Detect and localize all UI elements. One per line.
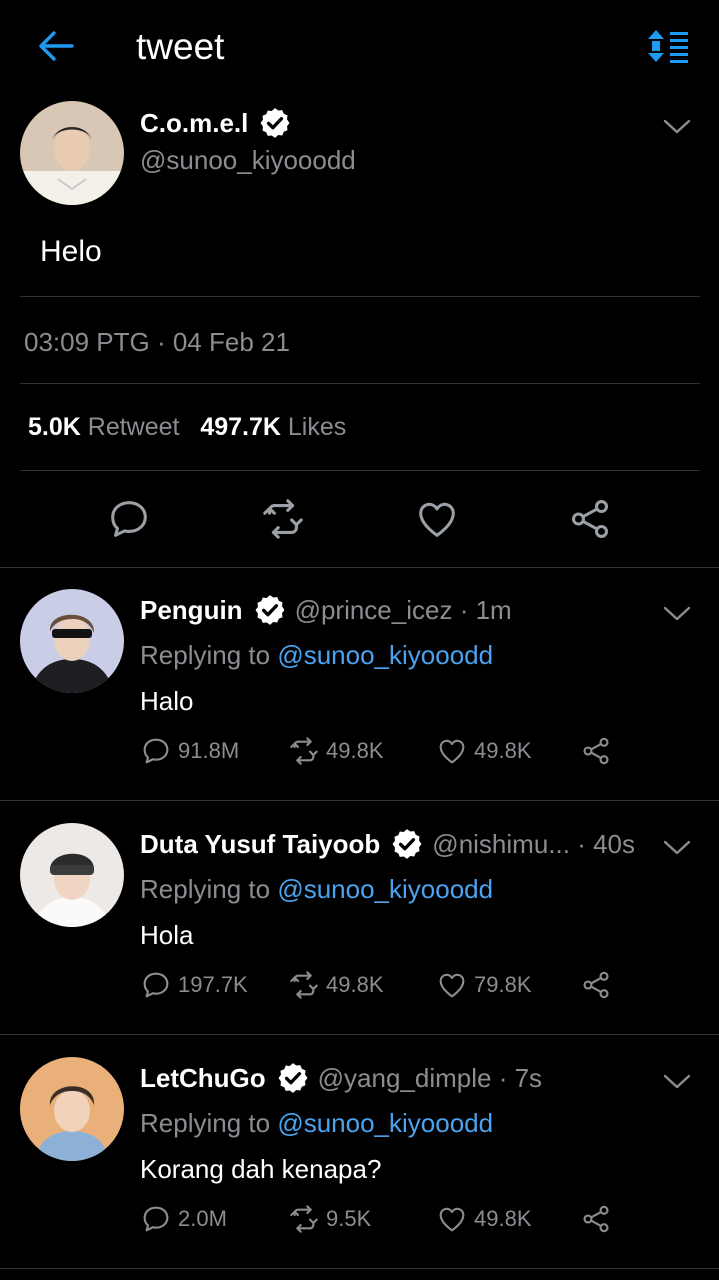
heart-icon xyxy=(436,735,468,767)
divider xyxy=(0,1268,719,1269)
replying-to: Replying to @sunoo_kiyooodd xyxy=(140,1108,494,1138)
mention-link[interactable]: @sunoo_kiyooodd xyxy=(277,640,493,670)
verified-badge-icon xyxy=(253,593,287,627)
retweet-button[interactable]: 9.5K xyxy=(288,1203,371,1235)
like-button[interactable]: 49.8K xyxy=(436,735,532,767)
tweet-text: Helo xyxy=(40,235,102,268)
chevron-down-icon[interactable] xyxy=(660,1070,694,1092)
sort-list-icon[interactable] xyxy=(646,28,690,64)
tweet-stats: 5.0K Retweet 497.7K Likes xyxy=(28,413,346,442)
divider xyxy=(0,800,719,801)
comment-button[interactable]: 2.0M xyxy=(140,1203,227,1235)
share-button[interactable] xyxy=(580,969,618,1001)
replying-to: Replying to @sunoo_kiyooodd xyxy=(140,640,494,670)
retweet-icon xyxy=(288,969,320,1001)
retweet-button[interactable]: 49.8K xyxy=(288,969,384,1001)
author-handle[interactable]: @prince_icez xyxy=(295,595,453,626)
avatar[interactable] xyxy=(20,589,124,693)
retweet-icon xyxy=(288,735,320,767)
share-icon xyxy=(580,969,612,1001)
heart-icon xyxy=(436,1203,468,1235)
share-icon xyxy=(580,1203,612,1235)
mention-link[interactable]: @sunoo_kiyooodd xyxy=(277,874,493,904)
heart-icon xyxy=(436,969,468,1001)
replying-to: Replying to @sunoo_kiyooodd xyxy=(140,874,494,904)
retweet-icon[interactable] xyxy=(260,496,306,542)
author-name[interactable]: Penguin xyxy=(140,595,243,626)
tweet-timestamp: 03:09 PTG · 04 Feb 21 xyxy=(24,327,290,357)
verified-badge-icon xyxy=(276,1061,310,1095)
comment-button[interactable]: 91.8M xyxy=(140,735,239,767)
share-icon[interactable] xyxy=(567,496,613,542)
mention-link[interactable]: @sunoo_kiyooodd xyxy=(277,1108,493,1138)
divider xyxy=(20,470,700,471)
share-button[interactable] xyxy=(580,735,618,767)
verified-badge-icon xyxy=(258,106,292,140)
retweet-icon xyxy=(288,1203,320,1235)
arrow-left-icon[interactable] xyxy=(36,28,76,64)
reply-tweet[interactable]: LetChuGo @yang_dimple · 7s Replying to @… xyxy=(0,1036,719,1270)
chevron-down-icon[interactable] xyxy=(660,836,694,858)
like-button[interactable]: 49.8K xyxy=(436,1203,532,1235)
reply-header: Penguin @prince_icez · 1m xyxy=(140,593,512,627)
author-handle[interactable]: @sunoo_kiyooodd xyxy=(140,145,356,176)
reply-text: Halo xyxy=(140,686,194,716)
comment-icon[interactable] xyxy=(106,496,152,542)
page-title: tweet xyxy=(136,26,225,67)
share-icon xyxy=(580,735,612,767)
verified-badge-icon xyxy=(390,827,424,861)
comment-icon xyxy=(140,1203,172,1235)
reply-text: Hola xyxy=(140,920,194,950)
reply-tweet[interactable]: Duta Yusuf Taiyoob @nishimu... · 40s Rep… xyxy=(0,802,719,1036)
reply-actions: 2.0M 9.5K 49.8K xyxy=(140,1203,700,1243)
author-name: C.o.m.e.l xyxy=(140,107,249,138)
reply-actions: 197.7K 49.8K 79.8K xyxy=(140,969,700,1009)
reply-time: · 7s xyxy=(498,1062,543,1093)
divider xyxy=(0,1034,719,1035)
like-button[interactable]: 79.8K xyxy=(436,969,532,1001)
divider xyxy=(20,296,700,297)
author-name[interactable]: LetChuGo xyxy=(140,1063,266,1094)
comment-icon xyxy=(140,735,172,767)
avatar[interactable] xyxy=(20,1057,124,1161)
likes-stat[interactable]: 497.7K Likes xyxy=(200,413,346,441)
reply-time: · 1m xyxy=(459,594,512,625)
author-handle[interactable]: @nishimu... xyxy=(432,829,570,860)
reply-time: · 40s xyxy=(577,828,635,859)
retweet-button[interactable]: 49.8K xyxy=(288,735,384,767)
share-button[interactable] xyxy=(580,1203,618,1235)
reply-actions: 91.8M 49.8K 49.8K xyxy=(140,735,700,775)
comment-icon xyxy=(140,969,172,1001)
reply-tweet[interactable]: Penguin @prince_icez · 1m Replying to @s… xyxy=(0,568,719,802)
chevron-down-icon[interactable] xyxy=(660,602,694,624)
top-bar: tweet xyxy=(0,0,719,96)
comment-button[interactable]: 197.7K xyxy=(140,969,248,1001)
retweet-stat[interactable]: 5.0K Retweet xyxy=(28,413,179,441)
heart-icon[interactable] xyxy=(414,496,460,542)
reply-header: LetChuGo @yang_dimple · 7s xyxy=(140,1061,542,1095)
chevron-down-icon[interactable] xyxy=(660,115,694,137)
divider xyxy=(20,383,700,384)
author-handle[interactable]: @yang_dimple xyxy=(318,1063,492,1094)
avatar[interactable] xyxy=(20,101,124,205)
author-name[interactable]: Duta Yusuf Taiyoob xyxy=(140,829,380,860)
reply-header: Duta Yusuf Taiyoob @nishimu... · 40s xyxy=(140,827,635,861)
avatar[interactable] xyxy=(20,823,124,927)
tweet-author-name[interactable]: C.o.m.e.l xyxy=(140,106,292,140)
reply-text: Korang dah kenapa? xyxy=(140,1154,382,1184)
